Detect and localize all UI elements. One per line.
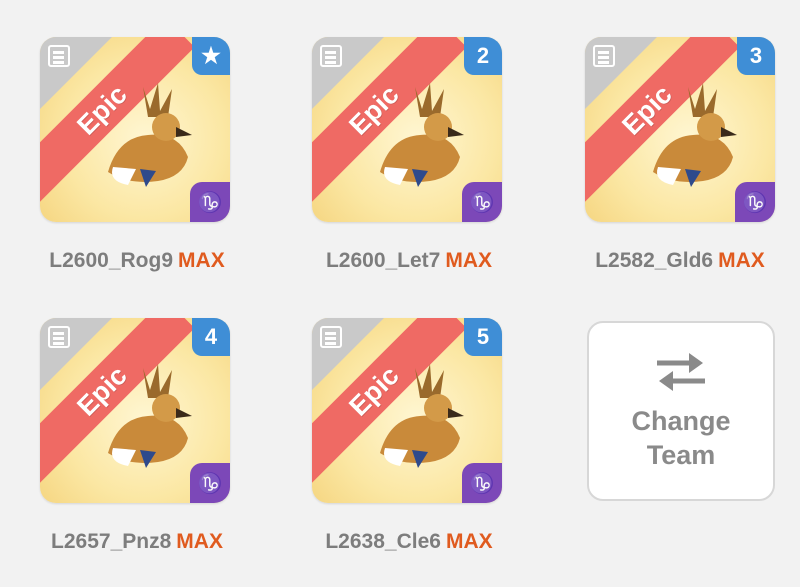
- info-book-icon[interactable]: [320, 45, 342, 67]
- monster-name-4: L2657_Pnz8 MAX: [17, 530, 257, 554]
- team-slot-badge: 3: [737, 37, 775, 75]
- max-label: MAX: [445, 530, 493, 553]
- capricorn-icon: ♑: [190, 182, 230, 222]
- monster-name-text: L2600_Let7: [325, 249, 441, 272]
- change-team-line1: Change: [631, 406, 731, 436]
- monster-name-text: L2638_Cle6: [325, 530, 441, 553]
- griffin-creature-image: [653, 83, 737, 187]
- info-book-icon[interactable]: [48, 45, 70, 67]
- swap-arrows-icon: [657, 353, 705, 391]
- griffin-creature-image: [108, 364, 192, 468]
- monster-card-3[interactable]: Epic 3 ♑: [585, 37, 775, 222]
- max-label: MAX: [178, 249, 225, 272]
- monster-card-4[interactable]: Epic 4 ♑: [40, 318, 230, 503]
- capricorn-icon: ♑: [190, 463, 230, 503]
- monster-name-1: L2600_Rog9 MAX: [17, 249, 257, 273]
- change-team-label: Change Team: [631, 404, 730, 472]
- griffin-creature-image: [380, 83, 464, 187]
- info-book-icon[interactable]: [593, 45, 615, 67]
- griffin-creature-image: [380, 364, 464, 468]
- monster-name-text: L2600_Rog9: [49, 249, 174, 272]
- info-book-icon[interactable]: [320, 326, 342, 348]
- team-slot-badge: ★: [192, 37, 230, 75]
- team-slot-badge: 4: [192, 318, 230, 356]
- monster-card-2[interactable]: Epic 2 ♑: [312, 37, 502, 222]
- team-slot-badge: 5: [464, 318, 502, 356]
- max-label: MAX: [176, 530, 223, 553]
- monster-name-3: L2582_Gld6 MAX: [560, 249, 800, 273]
- change-team-button[interactable]: Change Team: [587, 321, 775, 501]
- capricorn-icon: ♑: [462, 463, 502, 503]
- monster-name-5: L2638_Cle6 MAX: [289, 530, 529, 554]
- capricorn-icon: ♑: [462, 182, 502, 222]
- monster-name-text: L2582_Gld6: [595, 249, 714, 272]
- info-book-icon[interactable]: [48, 326, 70, 348]
- monster-card-1[interactable]: Epic ★ ♑: [40, 37, 230, 222]
- monster-name-2: L2600_Let7 MAX: [289, 249, 529, 273]
- change-team-line2: Team: [646, 440, 716, 470]
- monster-card-5[interactable]: Epic 5 ♑: [312, 318, 502, 503]
- max-label: MAX: [445, 249, 493, 272]
- team-slot-badge: 2: [464, 37, 502, 75]
- griffin-creature-image: [108, 83, 192, 187]
- monster-name-text: L2657_Pnz8: [51, 530, 172, 553]
- max-label: MAX: [718, 249, 765, 272]
- capricorn-icon: ♑: [735, 182, 775, 222]
